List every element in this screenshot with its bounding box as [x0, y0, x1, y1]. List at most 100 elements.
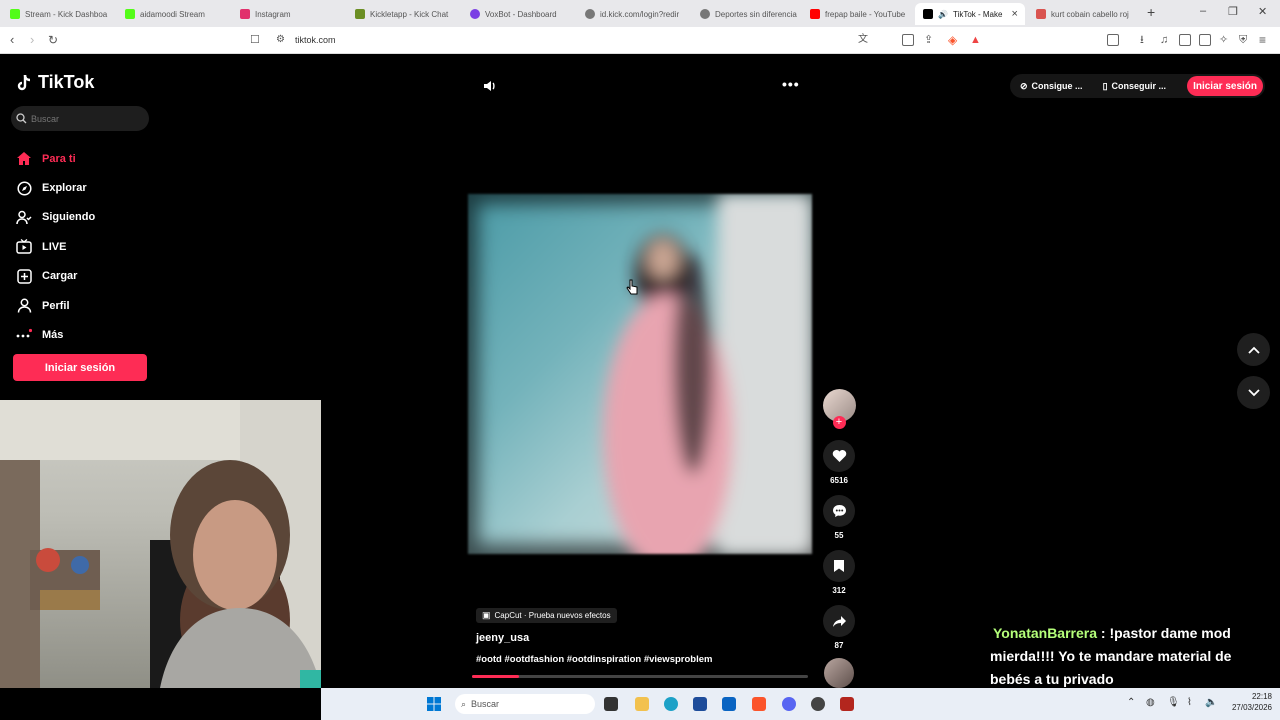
- sidebar-item-para-ti[interactable]: Para ti: [16, 144, 95, 173]
- top-right-actions: ⊘ Consigue ... ▯ Conseguir ... Iniciar ses…: [1010, 74, 1265, 98]
- sidebar-item-perfil[interactable]: Perfil: [16, 291, 95, 320]
- capcut-icon: ▣: [482, 610, 491, 620]
- search-box[interactable]: [11, 106, 149, 131]
- video-progress-fill: [472, 675, 520, 678]
- taskbar-clock[interactable]: 22:18 27/03/2026: [1232, 691, 1272, 713]
- screenshot-icon[interactable]: [902, 34, 914, 46]
- search-input[interactable]: [31, 113, 141, 124]
- volume-tray-icon[interactable]: 🔈: [1205, 697, 1217, 708]
- browser-tab[interactable]: Deportes sin diferencia: [692, 3, 807, 25]
- brave-icon[interactable]: [752, 697, 766, 711]
- file-explorer-icon[interactable]: [635, 697, 649, 711]
- site-info-icon[interactable]: ⚙: [276, 33, 285, 47]
- follow-plus-icon[interactable]: +: [832, 416, 846, 429]
- translate-icon[interactable]: 文: [858, 33, 868, 47]
- browser-tab[interactable]: kurt cobain cabello roj: [1028, 3, 1140, 25]
- microphone-icon[interactable]: 🎙: [1167, 697, 1180, 708]
- reader-icon[interactable]: [1107, 34, 1119, 46]
- previous-video-button[interactable]: [1237, 333, 1270, 366]
- sidebar-item-siguiendo[interactable]: Siguiendo: [16, 203, 95, 232]
- speaker-icon: 🔊: [938, 9, 948, 19]
- sidebar-item-explorar[interactable]: Explorar: [16, 173, 95, 202]
- browser-tab[interactable]: id.kick.com/login?redir: [577, 3, 692, 25]
- browser-tab[interactable]: aidamoodi Stream: [117, 3, 232, 25]
- video-player[interactable]: [468, 194, 812, 574]
- browser-tab-bar: Stream - Kick Dashboa aidamoodi Stream I…: [0, 0, 1280, 27]
- brave-rewards-icon[interactable]: ▲: [970, 33, 981, 47]
- vpn-icon[interactable]: ⛨: [1239, 33, 1247, 47]
- menu-icon[interactable]: ≡: [1259, 33, 1266, 47]
- bookmark-icon[interactable]: ☐: [250, 33, 260, 47]
- store-icon[interactable]: [693, 697, 707, 711]
- heart-icon: [832, 450, 846, 462]
- save-count: 312: [832, 586, 846, 595]
- save-button[interactable]: [823, 550, 855, 582]
- instagram-icon: [240, 9, 250, 19]
- next-video-button[interactable]: [1237, 376, 1270, 409]
- stream-chat-overlay: YonatanBarrera : !pastor dame mod mierda…: [990, 625, 1232, 687]
- obs-icon[interactable]: [811, 697, 825, 711]
- globe-icon: [700, 9, 710, 19]
- dota-icon[interactable]: [840, 697, 854, 711]
- music-icon[interactable]: ♫: [1160, 33, 1168, 47]
- comment-icon: [832, 505, 846, 517]
- home-icon: [16, 151, 32, 167]
- wifi-icon[interactable]: ⌇: [1187, 697, 1192, 708]
- download-icon[interactable]: ⭳: [1140, 33, 1144, 47]
- taskbar-search[interactable]: ⌕ Buscar: [455, 694, 595, 714]
- effect-tag[interactable]: ▣ CapCut · Prueba nuevos efectos: [476, 608, 617, 623]
- share-icon[interactable]: ⇪: [924, 33, 933, 47]
- top-login-button[interactable]: Iniciar sesión: [1187, 76, 1263, 96]
- sidebar-item-mas[interactable]: Más: [16, 320, 95, 349]
- video-hashtags[interactable]: #ootd #ootdfashion #ootdinspiration #vie…: [476, 654, 712, 665]
- sidebar-item-cargar[interactable]: Cargar: [16, 262, 95, 291]
- close-window-icon[interactable]: ✕: [1258, 5, 1267, 18]
- like-button[interactable]: [823, 440, 855, 472]
- minimize-icon[interactable]: –: [1200, 5, 1206, 17]
- comment-count: 55: [834, 531, 844, 540]
- more-dots-icon: [16, 327, 32, 343]
- sound-avatar[interactable]: [824, 658, 854, 688]
- forward-icon[interactable]: ›: [30, 33, 34, 47]
- browser-tab[interactable]: VoxBot - Dashboard: [462, 3, 577, 25]
- video-author[interactable]: jeeny_usa: [476, 632, 529, 644]
- video-progress-bar[interactable]: [472, 675, 808, 678]
- upload-icon: [16, 268, 32, 284]
- maximize-icon[interactable]: ❐: [1228, 5, 1238, 18]
- browser-tab[interactable]: Stream - Kick Dashboa: [2, 3, 117, 25]
- sidebar-login-button[interactable]: Iniciar sesión: [13, 354, 147, 381]
- task-view-icon[interactable]: [604, 697, 618, 711]
- tiktok-logo-icon: [17, 74, 31, 90]
- close-tab-icon[interactable]: ×: [1011, 8, 1017, 20]
- share-button[interactable]: [823, 605, 855, 637]
- outlook-icon[interactable]: [722, 697, 736, 711]
- sidebar-item-live[interactable]: LIVE: [16, 232, 95, 261]
- brave-shield-icon[interactable]: ◈: [948, 33, 957, 47]
- windows-start-icon[interactable]: [427, 697, 441, 711]
- volume-icon[interactable]: [482, 78, 498, 94]
- browser-tab-active[interactable]: 🔊 TikTok - Make ×: [915, 3, 1025, 25]
- phone-icon: ▯: [1102, 80, 1108, 91]
- youtube-icon: [810, 9, 820, 19]
- get-coins-button[interactable]: ⊘ Consigue ...: [1010, 81, 1093, 92]
- wallet-icon[interactable]: [1199, 34, 1211, 46]
- back-icon[interactable]: ‹: [10, 33, 14, 47]
- sidebar-icon[interactable]: [1179, 34, 1191, 46]
- get-app-button[interactable]: ▯ Conseguir ...: [1093, 81, 1176, 92]
- browser-tab[interactable]: frepap baile - YouTube: [802, 3, 917, 25]
- reload-icon[interactable]: ↻: [48, 33, 58, 47]
- browser-tab[interactable]: Kickletapp - Kick Chat: [347, 3, 462, 25]
- browser-tab[interactable]: Instagram: [232, 3, 347, 25]
- ai-icon[interactable]: ✧: [1219, 33, 1228, 47]
- url-field[interactable]: tiktok.com: [295, 35, 336, 45]
- edge-icon[interactable]: [664, 697, 678, 711]
- tray-chevron-icon[interactable]: ⌃: [1127, 697, 1135, 708]
- more-options-icon[interactable]: •••: [782, 76, 800, 92]
- comment-button[interactable]: [823, 495, 855, 527]
- tiktok-logo[interactable]: TikTok: [16, 72, 94, 93]
- author-avatar[interactable]: +: [822, 389, 856, 429]
- hand-cursor-icon: [626, 279, 638, 295]
- network-icon[interactable]: ◍: [1146, 697, 1155, 708]
- discord-icon[interactable]: [782, 697, 796, 711]
- new-tab-icon[interactable]: +: [1147, 4, 1155, 20]
